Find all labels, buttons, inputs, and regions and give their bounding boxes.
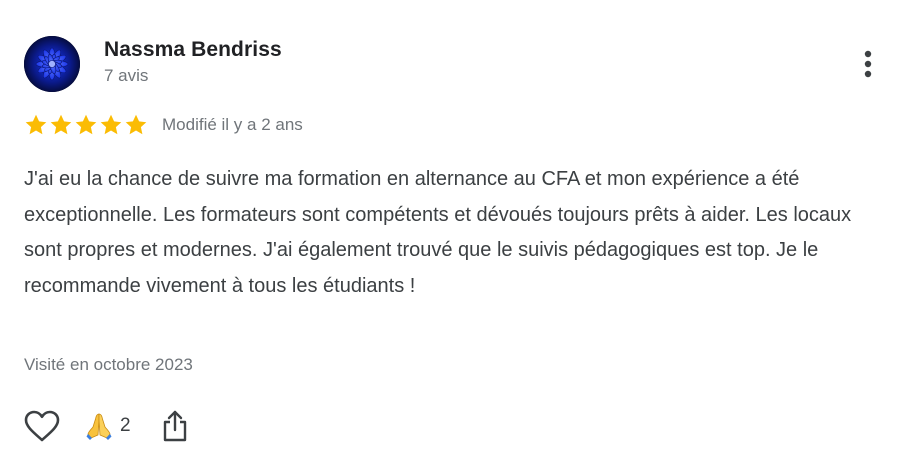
heart-outline-icon: [24, 410, 60, 442]
rating-row: Modifié il y a 2 ans: [24, 113, 303, 137]
star-rating: [24, 113, 148, 137]
star-icon: [100, 114, 122, 135]
star-icon: [75, 114, 97, 135]
star-icon: [25, 114, 47, 135]
review-actions: 2: [24, 406, 191, 446]
share-button[interactable]: [159, 407, 191, 445]
star-icon: [50, 114, 72, 135]
share-icon: [163, 410, 186, 442]
folded-hands-emoji-icon: [86, 413, 112, 440]
review-card: Nassma Bendriss 7 avis Modifié il y a 2 …: [0, 0, 908, 466]
like-button[interactable]: [24, 407, 62, 445]
blue-flower-icon: [24, 36, 80, 92]
author-name[interactable]: Nassma Bendriss: [104, 38, 282, 62]
author-review-count[interactable]: 7 avis: [104, 66, 148, 86]
more-vert-icon: [864, 50, 872, 78]
star-icon: [125, 114, 147, 135]
edited-date: Modifié il y a 2 ans: [162, 115, 303, 134]
visit-date: Visité en octobre 2023: [24, 355, 193, 374]
reaction-button[interactable]: 2: [84, 411, 131, 441]
reaction-count: 2: [120, 415, 131, 436]
more-options-button[interactable]: [852, 44, 884, 84]
review-text: J'ai eu la chance de suivre ma formation…: [24, 168, 852, 297]
author-avatar[interactable]: [24, 36, 80, 92]
